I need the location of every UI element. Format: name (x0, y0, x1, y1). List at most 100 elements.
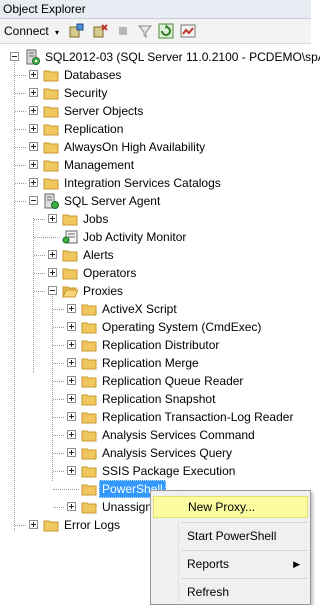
folder-icon (81, 304, 97, 316)
tree-node-proxy[interactable]: Analysis Services Command (0, 426, 311, 444)
folder-icon (81, 466, 97, 478)
tree-item-label: Replication Distributor (102, 338, 220, 352)
filter-icon[interactable] (137, 23, 153, 39)
tree-node-management[interactable]: Management (0, 156, 311, 174)
menu-item-refresh[interactable]: Refresh (153, 581, 308, 603)
expand-icon[interactable] (67, 502, 76, 511)
tree-item-label: Security (64, 86, 108, 100)
expand-icon[interactable] (67, 376, 76, 385)
tree-node-integration-services[interactable]: Integration Services Catalogs (0, 174, 311, 192)
connect-label: Connect (4, 24, 49, 38)
expand-icon[interactable] (29, 106, 38, 115)
expand-icon[interactable] (29, 520, 38, 529)
expand-icon[interactable] (67, 358, 76, 367)
expand-icon[interactable] (67, 448, 76, 457)
folder-icon (81, 322, 97, 334)
expand-icon[interactable] (48, 214, 57, 223)
tree-item-label: AlwaysOn High Availability (64, 140, 206, 154)
folder-icon (62, 268, 78, 280)
folder-icon (62, 250, 78, 262)
menu-item-new-proxy[interactable]: New Proxy... (153, 496, 308, 518)
tree-node-proxy[interactable]: Replication Merge (0, 354, 311, 372)
tree-item-label: Jobs (83, 212, 109, 226)
expand-icon[interactable] (29, 160, 38, 169)
tree-node-alwayson[interactable]: AlwaysOn High Availability (0, 138, 311, 156)
expand-icon[interactable] (67, 466, 76, 475)
tree-item-label: Analysis Services Command (102, 428, 255, 442)
tree-item-label: Operating System (CmdExec) (102, 320, 262, 334)
folder-icon (43, 520, 59, 532)
disconnect-icon[interactable] (92, 23, 108, 39)
collapse-icon[interactable] (48, 286, 57, 295)
activity-monitor-icon[interactable] (180, 23, 196, 39)
tree-node-alerts[interactable]: Alerts (0, 246, 311, 264)
chevron-down-icon[interactable]: ▾ (55, 28, 59, 37)
job-activity-monitor-icon (62, 230, 78, 244)
tree-node-sql-server-agent[interactable]: SQL Server Agent (0, 192, 311, 210)
tree-node-operators[interactable]: Operators (0, 264, 311, 282)
expand-icon[interactable] (29, 70, 38, 79)
tree-item-label: Replication Snapshot (102, 392, 216, 406)
folder-icon (81, 502, 97, 514)
tree-node-security[interactable]: Security (0, 84, 311, 102)
tree-node-proxies[interactable]: Proxies (0, 282, 311, 300)
tree-node-proxy[interactable]: Replication Snapshot (0, 390, 311, 408)
tree-item-label: Server Objects (64, 104, 144, 118)
refresh-icon[interactable] (158, 23, 174, 39)
expand-icon[interactable] (67, 430, 76, 439)
expand-icon[interactable] (29, 88, 38, 97)
collapse-icon[interactable] (29, 196, 38, 205)
expand-icon[interactable] (67, 394, 76, 403)
tree-node-server[interactable]: SQL2012-03 (SQL Server 11.0.2100 - PCDEM… (0, 48, 320, 66)
folder-icon (81, 484, 97, 496)
expand-icon[interactable] (48, 250, 57, 259)
collapse-icon[interactable] (10, 52, 19, 61)
tree-item-label: Unassign (102, 500, 153, 514)
tree-node-proxy[interactable]: ActiveX Script (0, 300, 311, 318)
expand-icon[interactable] (67, 322, 76, 331)
expand-icon[interactable] (67, 340, 76, 349)
menu-separator (181, 578, 308, 579)
menu-separator (181, 550, 308, 551)
tree-item-label: ActiveX Script (102, 302, 177, 316)
connect-object-explorer-icon[interactable] (68, 23, 84, 39)
tree-node-proxy[interactable]: Replication Transaction-Log Reader (0, 408, 311, 426)
tree-item-label: Management (64, 158, 135, 172)
toolbar: Connect ▾ (0, 19, 311, 44)
tree-node-proxy[interactable]: Analysis Services Query (0, 444, 311, 462)
tree-node-jobs[interactable]: Jobs (0, 210, 311, 228)
folder-icon (43, 106, 59, 118)
tree-item-label: Operators (83, 266, 137, 280)
folder-icon (43, 178, 59, 190)
tree-node-server-objects[interactable]: Server Objects (0, 102, 311, 120)
folder-icon (43, 88, 59, 100)
expand-icon[interactable] (29, 178, 38, 187)
connect-button[interactable]: Connect ▾ (4, 24, 59, 38)
expand-icon[interactable] (67, 412, 76, 421)
folder-icon (43, 142, 59, 154)
expand-icon[interactable] (48, 268, 57, 277)
sql-agent-icon (44, 193, 59, 209)
menu-item-reports[interactable]: Reports ▶ (153, 553, 308, 575)
tree-item-label: Proxies (83, 284, 124, 298)
folder-icon (81, 412, 97, 424)
folder-icon (43, 160, 59, 172)
expand-icon[interactable] (29, 124, 38, 133)
tree-node-proxy[interactable]: Replication Distributor (0, 336, 311, 354)
stop-icon[interactable] (115, 23, 131, 39)
folder-icon (43, 124, 59, 136)
tree-node-job-activity-monitor[interactable]: Job Activity Monitor (0, 228, 311, 246)
tree-node-proxy[interactable]: Replication Queue Reader (0, 372, 311, 390)
object-explorer-title: Object Explorer (0, 0, 311, 19)
expand-icon[interactable] (67, 304, 76, 313)
folder-icon (81, 430, 97, 442)
tree-node-databases[interactable]: Databases (0, 66, 311, 84)
menu-item-start-powershell[interactable]: Start PowerShell (153, 525, 308, 547)
tree-node-replication[interactable]: Replication (0, 120, 311, 138)
tree-item-label: Replication Transaction-Log Reader (102, 410, 294, 424)
tree-item-label: SSIS Package Execution (102, 464, 236, 478)
tree-node-proxy[interactable]: Operating System (CmdExec) (0, 318, 311, 336)
tree-node-proxy[interactable]: SSIS Package Execution (0, 462, 311, 480)
expand-icon[interactable] (29, 142, 38, 151)
context-menu: New Proxy... Start PowerShell Reports ▶ … (150, 490, 311, 605)
